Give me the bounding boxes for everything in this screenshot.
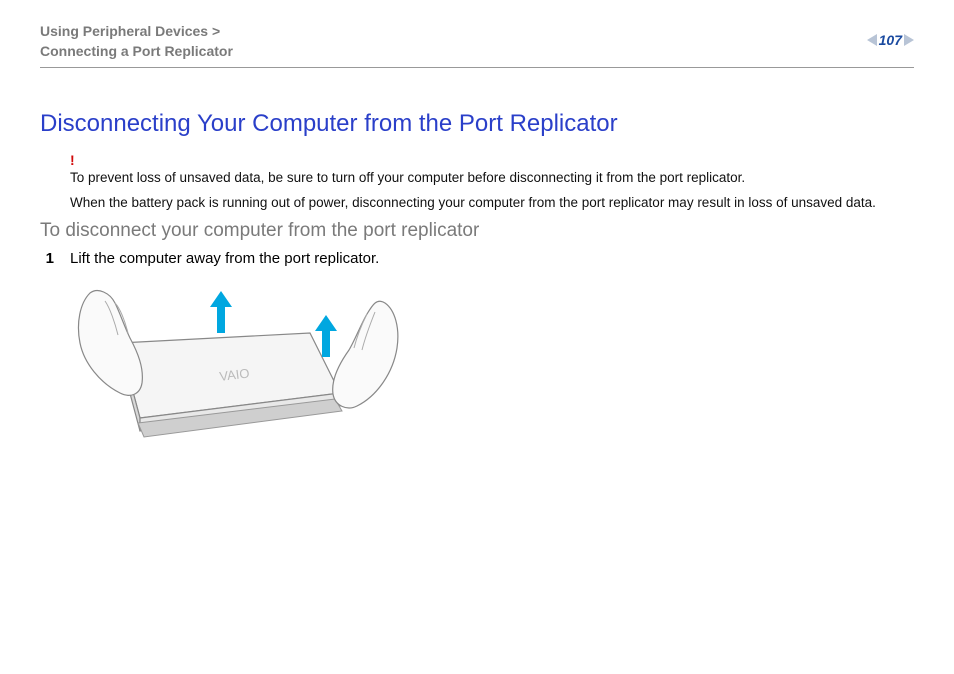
page-navigation: 107 [867,32,914,48]
list-item: 1 Lift the computer away from the port r… [40,250,914,267]
section-subhead: To disconnect your computer from the por… [40,220,914,242]
lift-arrow-icon [315,315,337,357]
breadcrumb: Using Peripheral Devices > Connecting a … [40,22,233,61]
prev-page-icon[interactable] [867,34,877,46]
warning-block: ! To prevent loss of unsaved data, be su… [70,152,914,210]
step-number: 1 [40,250,54,267]
lift-arrow-icon [210,291,232,333]
next-page-icon[interactable] [904,34,914,46]
left-hand-illustration [70,283,180,423]
page-title: Disconnecting Your Computer from the Por… [40,110,914,138]
instruction-figure: VAIO [70,283,390,483]
breadcrumb-line-1: Using Peripheral Devices > [40,22,233,42]
page-header: Using Peripheral Devices > Connecting a … [40,22,914,61]
warning-text-1: To prevent loss of unsaved data, be sure… [70,170,914,185]
step-text: Lift the computer away from the port rep… [70,250,914,267]
breadcrumb-line-2: Connecting a Port Replicator [40,42,233,62]
document-page: Using Peripheral Devices > Connecting a … [0,0,954,674]
step-list: 1 Lift the computer away from the port r… [40,250,914,267]
warning-icon: ! [70,152,914,168]
warning-text-2: When the battery pack is running out of … [70,195,914,210]
header-rule [40,67,914,68]
page-number: 107 [879,32,902,48]
